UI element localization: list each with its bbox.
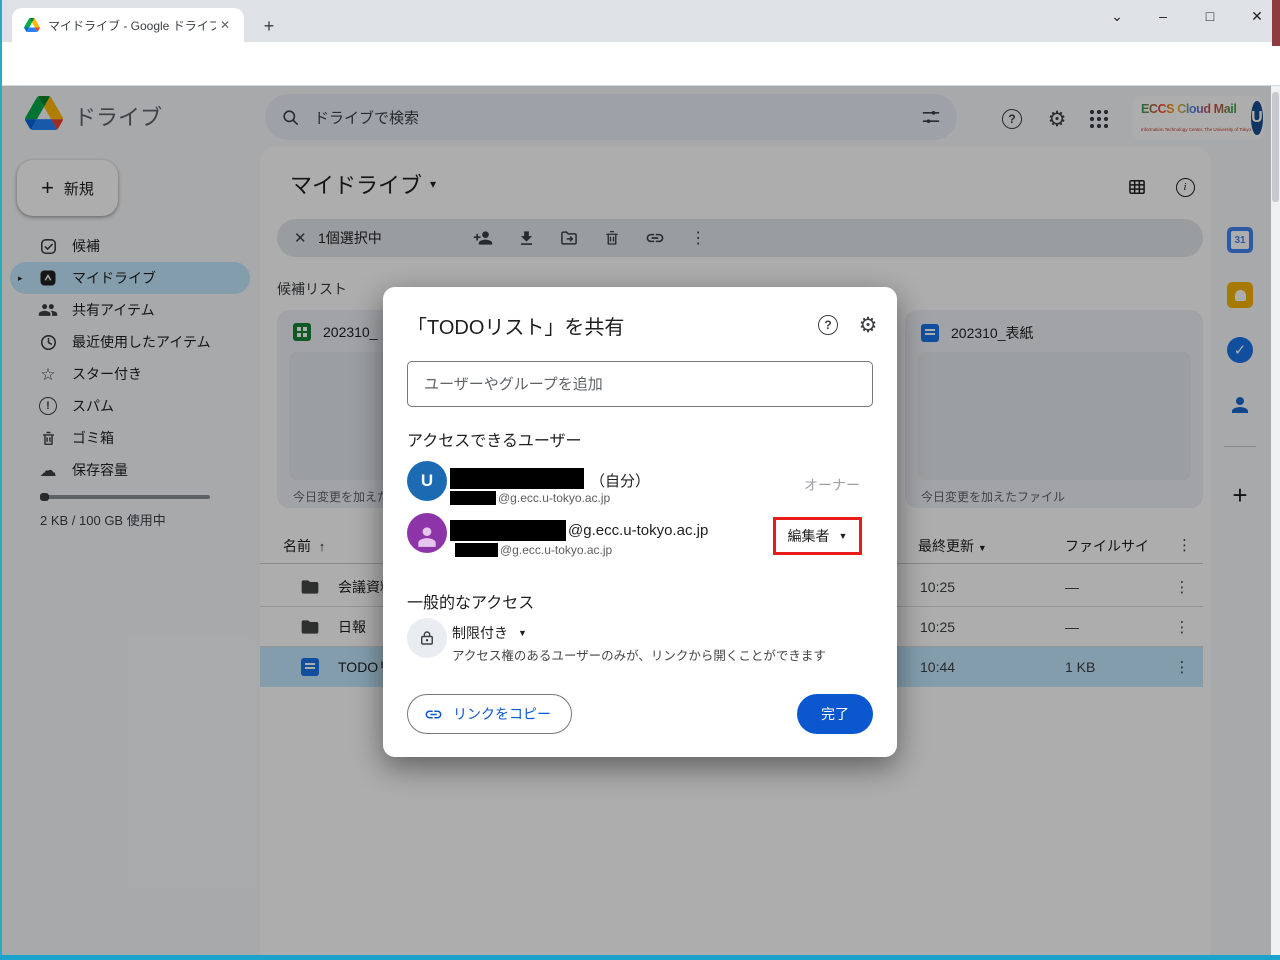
screen-edge-artifact: [1272, 0, 1280, 46]
page-scrollbar[interactable]: [1271, 86, 1280, 955]
share-dialog: 「TODOリスト」を共有 ? ⚙ アクセスできるユーザー U （自分） @g.e…: [383, 287, 897, 757]
tab-title: マイドライブ - Google ドライブ: [48, 17, 216, 34]
browser-tab[interactable]: マイドライブ - Google ドライブ ✕: [12, 8, 244, 42]
new-tab-button[interactable]: +: [256, 13, 282, 39]
owner-role-label: オーナー: [804, 475, 860, 495]
redacted-user-name: [450, 520, 566, 541]
drive-favicon-icon: [24, 18, 40, 32]
tab-close-icon[interactable]: ✕: [216, 16, 234, 34]
copy-link-button[interactable]: リンクをコピー: [407, 694, 572, 734]
user-avatar: [407, 513, 447, 553]
window-maximize-button[interactable]: □: [1187, 0, 1233, 32]
user-name-suffix: （自分）: [590, 470, 650, 491]
general-access-description: アクセス権のあるユーザーのみが、リンクから開くことができます: [452, 645, 826, 664]
browser-addressbar: ← → ↻ drive.google.com/drive/my-drive ☆ …: [0, 42, 1280, 86]
role-dropdown[interactable]: 編集者: [788, 526, 830, 546]
annotation-editor-role-highlight: 編集者 ▼: [773, 517, 862, 555]
user-avatar: U: [407, 461, 447, 501]
link-icon: [424, 705, 443, 724]
people-with-access-heading: アクセスできるユーザー: [407, 427, 582, 451]
dialog-help-icon[interactable]: ?: [816, 313, 840, 337]
redacted-user-email: [450, 491, 496, 505]
user-email-domain: @g.ecc.u-tokyo.ac.jp: [498, 491, 610, 505]
redacted-user-email: [455, 543, 498, 557]
user-name-suffix: @g.ecc.u-tokyo.ac.jp: [568, 522, 708, 539]
page-scrollbar-thumb[interactable]: [1272, 92, 1279, 202]
browser-titlebar: マイドライブ - Google ドライブ ✕ + ⌄ – □ ✕: [0, 0, 1280, 42]
window-minimize-button[interactable]: –: [1140, 0, 1186, 32]
redacted-user-name: [450, 468, 584, 489]
user-email-domain: @g.ecc.u-tokyo.ac.jp: [500, 543, 612, 557]
dropdown-caret-icon: ▼: [839, 531, 848, 541]
dialog-title: 「TODOリスト」を共有: [407, 311, 624, 340]
capture-border-left: [0, 0, 2, 960]
window-menu-chevron-icon[interactable]: ⌄: [1094, 0, 1140, 32]
copy-link-label: リンクをコピー: [453, 704, 551, 724]
screen: マイドライブ - Google ドライブ ✕ + ⌄ – □ ✕ ← → ↻ d…: [0, 0, 1280, 960]
general-access-heading: 一般的なアクセス: [407, 589, 534, 613]
done-button[interactable]: 完了: [797, 694, 873, 734]
dialog-settings-gear-icon[interactable]: ⚙: [856, 313, 880, 337]
add-people-input[interactable]: [407, 361, 873, 407]
general-access-dropdown[interactable]: 制限付き ▼: [452, 623, 527, 643]
dropdown-caret-icon: ▼: [518, 628, 527, 638]
capture-border-bottom: [0, 955, 1280, 960]
restricted-lock-icon: [407, 618, 447, 658]
